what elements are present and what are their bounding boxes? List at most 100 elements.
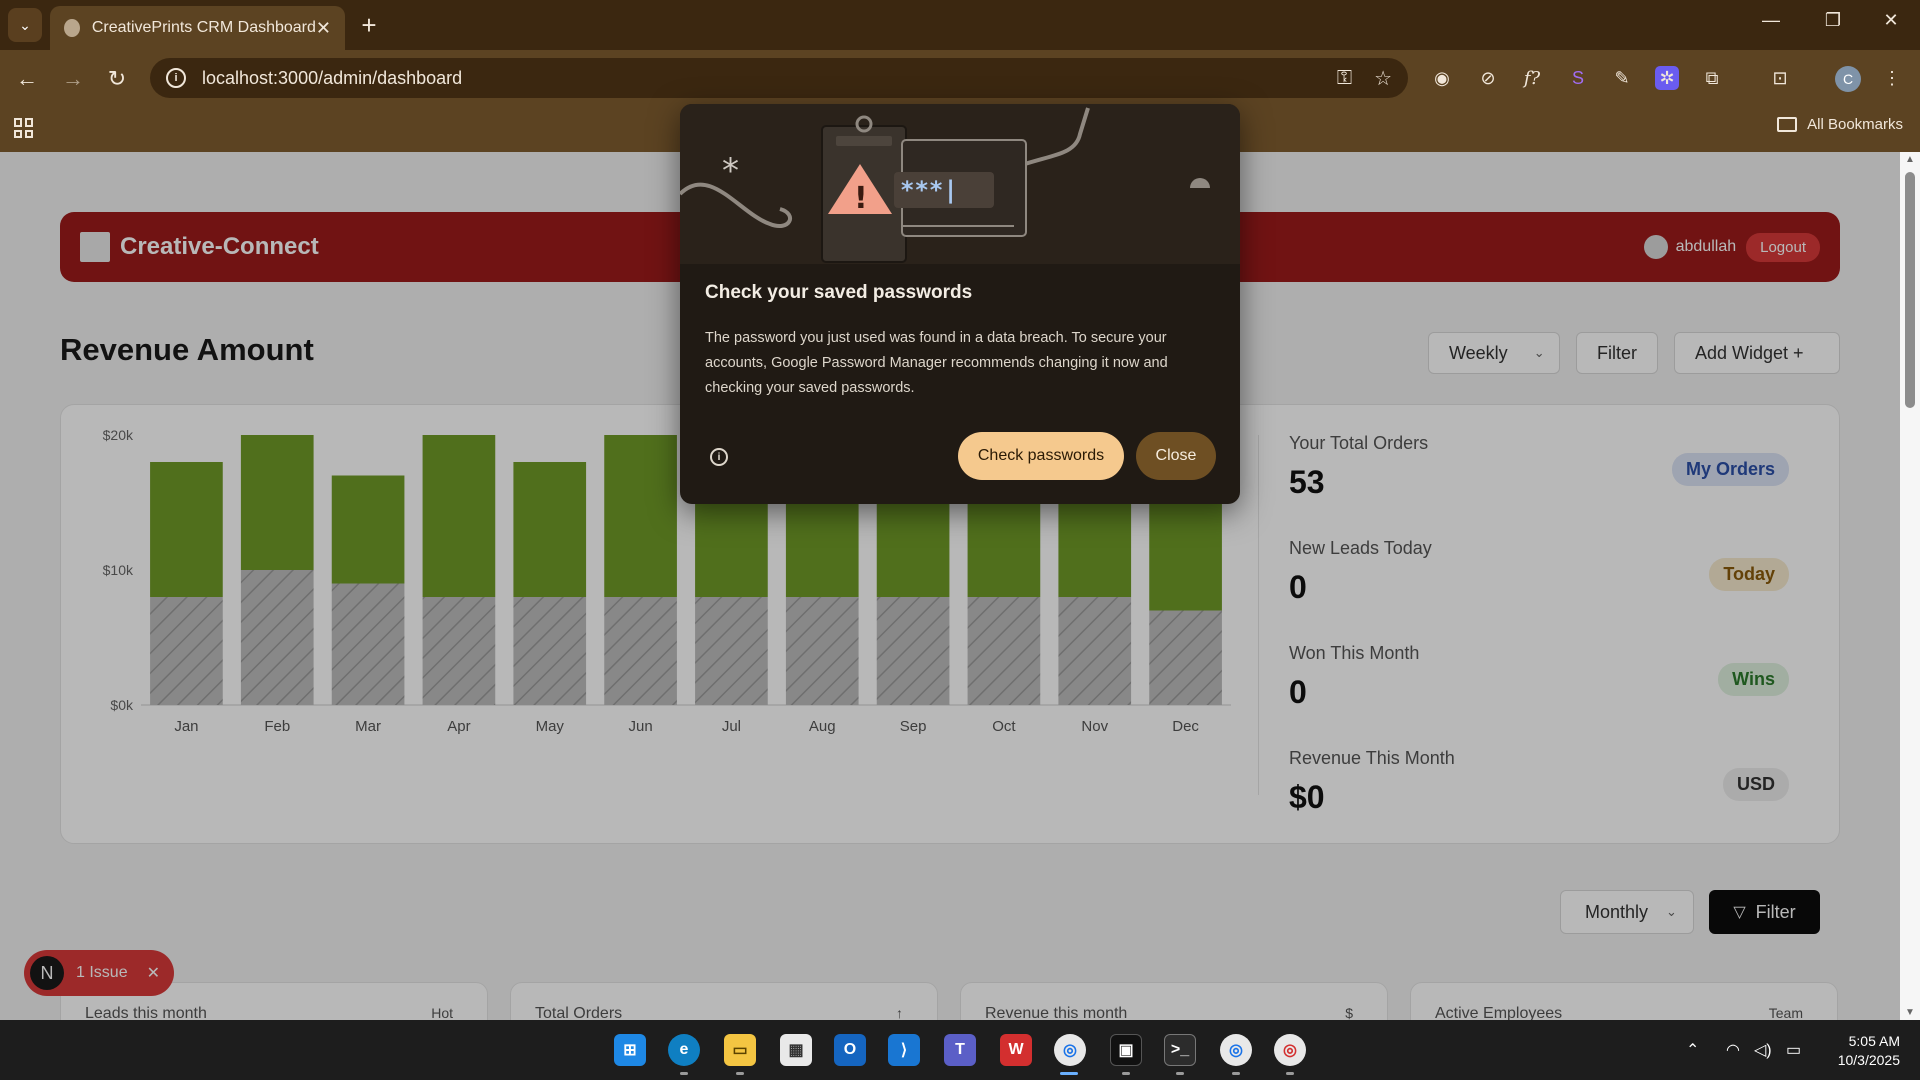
profile-avatar[interactable]: C (1835, 66, 1861, 92)
scrollbar-thumb[interactable] (1905, 172, 1915, 408)
address-bar[interactable]: i localhost:3000/admin/dashboard ⚿ ☆ (150, 58, 1408, 98)
camera-extension-icon[interactable]: ◉ (1430, 66, 1454, 90)
add-widget-button[interactable]: Add Widget + (1674, 332, 1840, 374)
terminal-box-icon[interactable]: ▣ (1110, 1034, 1142, 1066)
all-bookmarks-button[interactable]: All Bookmarks (1777, 116, 1903, 133)
teams-icon[interactable]: T (944, 1034, 976, 1066)
menu-kebab-icon[interactable]: ⋮ (1880, 66, 1904, 90)
password-key-icon[interactable]: ⚿ (1337, 67, 1352, 90)
gear-extension-icon[interactable]: ✲ (1655, 66, 1679, 90)
bar-segment-base[interactable] (785, 597, 859, 705)
chrome-profile-c-icon[interactable]: ◎ (1220, 1034, 1252, 1066)
kpi-total-orders: Your Total Orders 53 My Orders (1289, 433, 1819, 519)
file-explorer-icon[interactable]: ▭ (724, 1034, 756, 1066)
wifi-icon[interactable]: ◠ (1726, 1020, 1740, 1080)
back-icon[interactable]: ← (12, 64, 42, 94)
monthly-select[interactable]: Monthly ⌄ (1560, 890, 1694, 934)
edge-browser-icon[interactable]: e (668, 1034, 700, 1066)
compass-extension-icon[interactable]: ⊘ (1476, 66, 1500, 90)
outlook-icon[interactable]: O (834, 1034, 866, 1066)
page-scrollbar[interactable]: ▲ ▼ (1900, 152, 1920, 1020)
site-info-icon[interactable]: i (166, 68, 186, 88)
y-tick-label: $0k (110, 697, 134, 713)
bar-segment-top[interactable] (331, 475, 405, 584)
eyedropper-extension-icon[interactable]: ✎ (1610, 66, 1634, 90)
brand-logo (80, 232, 110, 262)
page-title: Revenue Amount (60, 332, 314, 367)
chart-divider (1258, 435, 1259, 795)
command-prompt-icon[interactable]: >_ (1164, 1034, 1196, 1066)
bar-segment-base[interactable] (967, 597, 1041, 705)
battery-icon[interactable]: ▭ (1786, 1020, 1801, 1080)
url-text[interactable]: localhost:3000/admin/dashboard (202, 68, 1315, 89)
my-orders-badge[interactable]: My Orders (1671, 453, 1789, 486)
windows-start-icon[interactable]: ⊞ (614, 1034, 646, 1066)
bar-segment-top[interactable] (513, 462, 587, 597)
running-indicator (1286, 1072, 1294, 1075)
bar-segment-base[interactable] (422, 597, 496, 705)
reload-icon[interactable]: ↻ (102, 64, 132, 94)
issues-badge[interactable]: N 1 Issue ✕ (24, 950, 174, 996)
extensions-puzzle-icon[interactable]: ⧉ (1700, 66, 1724, 90)
new-tab-button[interactable]: + (354, 10, 384, 40)
chrome-profile-a-icon[interactable]: ◎ (1274, 1034, 1306, 1066)
bar-segment-base[interactable] (695, 597, 768, 705)
lower-filter-button[interactable]: ▽ Filter (1709, 890, 1820, 934)
bar-segment-top[interactable] (240, 435, 314, 570)
running-indicator (1232, 1072, 1240, 1075)
dialog-title: Check your saved passwords (705, 282, 973, 303)
issue-close-icon[interactable]: ✕ (147, 963, 160, 983)
bar-segment-base[interactable] (150, 597, 223, 705)
bar-segment-top[interactable] (150, 462, 223, 597)
stat-card-orders: Total Orders ↑ (510, 982, 938, 1020)
y-tick-label: $20k (103, 427, 134, 443)
bar-segment-base[interactable] (1058, 597, 1132, 705)
kpi-label: Revenue This Month (1289, 748, 1455, 768)
bar-segment-base[interactable] (876, 597, 950, 705)
restore-icon[interactable]: ❐ (1818, 10, 1848, 31)
stat-label: Total Orders (535, 1005, 623, 1020)
period-select[interactable]: Weekly ⌄ (1428, 332, 1560, 374)
bar-segment-base[interactable] (513, 597, 587, 705)
screenshot-icon[interactable]: ⊡ (1768, 66, 1792, 90)
bar-segment-base[interactable] (604, 597, 677, 705)
bar-segment-base[interactable] (331, 583, 405, 706)
x-tick-label: Jan (174, 718, 198, 735)
s-extension-icon[interactable]: S (1566, 66, 1590, 90)
tab-close-icon[interactable]: ✕ (316, 18, 331, 39)
stat-card-revenue: Revenue this month $ (960, 982, 1388, 1020)
vscode-icon[interactable]: ⟩ (888, 1034, 920, 1066)
running-indicator (736, 1072, 744, 1075)
formula-extension-icon[interactable]: f? (1520, 66, 1544, 90)
bar-segment-top[interactable] (422, 435, 496, 597)
check-passwords-button[interactable]: Check passwords (958, 432, 1124, 480)
window-close-icon[interactable]: ✕ (1876, 10, 1906, 31)
filter-button[interactable]: Filter (1576, 332, 1658, 374)
minimize-icon[interactable]: — (1756, 10, 1786, 31)
chrome-icon[interactable]: ◎ (1054, 1034, 1086, 1066)
store-icon[interactable]: ▦ (780, 1034, 812, 1066)
wps-office-icon[interactable]: W (1000, 1034, 1032, 1066)
issue-count[interactable]: 1 Issue (76, 964, 147, 982)
browser-tab[interactable]: CreativePrints CRM Dashboard ✕ (50, 6, 345, 50)
system-clock[interactable]: 5:05 AM 10/3/2025 (1820, 1032, 1900, 1070)
scroll-down-icon[interactable]: ▼ (1900, 1007, 1920, 1018)
kpi-label: Won This Month (1289, 643, 1420, 663)
bar-segment-base[interactable] (240, 570, 314, 705)
apps-grid-icon[interactable] (14, 118, 34, 138)
info-icon[interactable]: i (710, 448, 728, 466)
bar-segment-top[interactable] (604, 435, 677, 597)
tab-search-icon[interactable]: ⌄ (8, 8, 42, 42)
tray-overflow-icon[interactable]: ⌃ (1686, 1020, 1699, 1080)
logout-button[interactable]: Logout (1746, 232, 1820, 262)
clock-time: 5:05 AM (1848, 1033, 1900, 1049)
forward-icon[interactable]: → (58, 64, 88, 94)
username: abdullah (1675, 238, 1737, 255)
stat-label: Active Employees (1435, 1005, 1563, 1020)
x-tick-label: Aug (809, 718, 836, 735)
bookmark-star-icon[interactable]: ☆ (1374, 66, 1392, 91)
bar-segment-base[interactable] (1149, 610, 1222, 706)
volume-icon[interactable]: ◁) (1754, 1020, 1772, 1080)
close-button[interactable]: Close (1136, 432, 1216, 480)
scroll-up-icon[interactable]: ▲ (1900, 154, 1920, 165)
